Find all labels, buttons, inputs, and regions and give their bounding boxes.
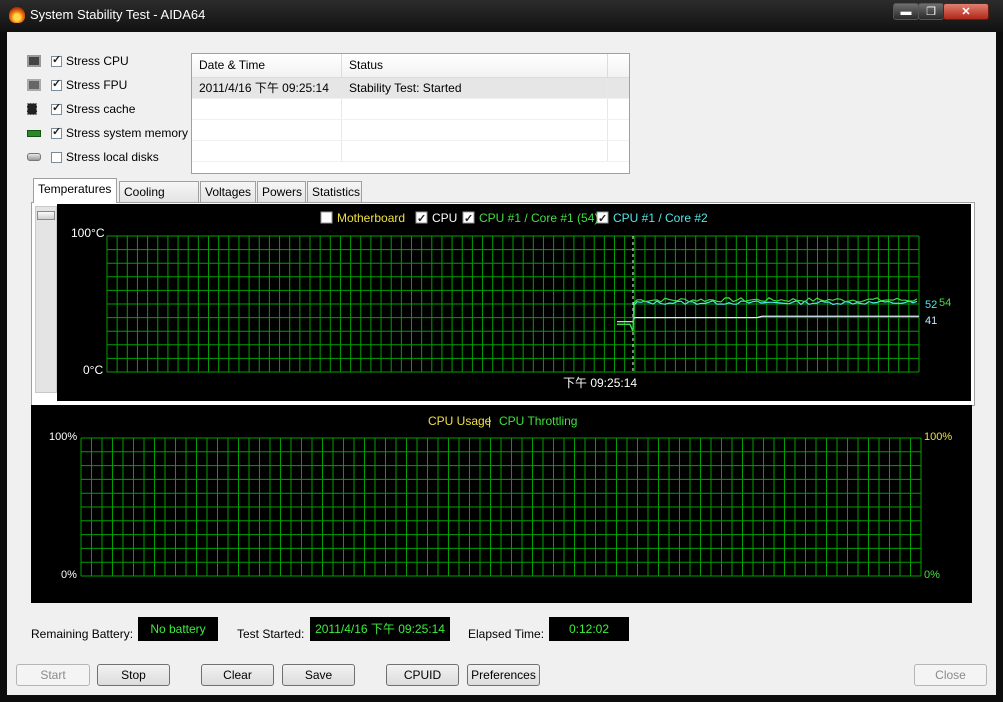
usage-title-separator: |	[488, 414, 491, 428]
maximize-button[interactable]: ❐	[918, 3, 944, 20]
remaining-battery-value: No battery	[138, 617, 218, 641]
stress-memory-checkbox[interactable]	[51, 125, 62, 139]
stress-memory-option[interactable]: Stress system memory	[27, 124, 188, 142]
fpu-chip-icon	[27, 79, 41, 91]
test-start-marker-label: 下午 09:25:14	[563, 376, 637, 390]
test-started-label: Test Started:	[237, 627, 305, 641]
status-log-list[interactable]: Date & Time Status 2011/4/16 下午 09:25:14…	[191, 53, 630, 174]
usage-right-min-label: 0%	[924, 569, 940, 581]
legend-cpu-label: CPU	[432, 211, 457, 225]
cache-chip-icon	[27, 103, 37, 115]
disk-drive-icon	[27, 153, 41, 161]
cpu-usage-title: CPU Usage	[428, 414, 492, 428]
elapsed-time-value: 0:12:02	[549, 617, 629, 641]
usage-right-max-label: 100%	[924, 431, 952, 443]
legend-core1-checkmark: ✓	[464, 213, 473, 225]
window-title: System Stability Test - AIDA64	[30, 7, 206, 22]
log-header: Date & Time Status	[192, 54, 629, 78]
core1-end-value-label: 54	[939, 297, 951, 309]
legend-core2-label: CPU #1 / Core #2	[613, 211, 708, 225]
tab-cooling-fans[interactable]: Cooling Fans	[119, 181, 199, 219]
scale-slider-track[interactable]	[35, 206, 57, 393]
minimize-button[interactable]: ▬	[893, 3, 919, 20]
stress-cache-label: Stress cache	[66, 102, 136, 116]
cpu-throttling-title: CPU Throttling	[499, 414, 577, 428]
column-status[interactable]: Status	[342, 54, 608, 77]
title-bar: System Stability Test - AIDA64 ▬ ❐ ✕	[0, 0, 1003, 32]
usage-grid	[80, 437, 922, 577]
temperature-chart: Motherboard ✓ CPU ✓ CPU #1 / Core #1 (54…	[57, 204, 971, 401]
start-button[interactable]: Start	[16, 664, 90, 686]
close-button[interactable]: Close	[914, 664, 987, 686]
tab-statistics[interactable]: Statistics	[307, 181, 362, 202]
temp-y-min-label: 0°C	[83, 363, 103, 377]
temp-y-max-label: 100°C	[71, 226, 105, 240]
temperature-legend: Motherboard ✓ CPU ✓ CPU #1 / Core #1 (54…	[320, 211, 708, 225]
stress-cache-option[interactable]: Stress cache	[27, 100, 135, 118]
save-button[interactable]: Save	[282, 664, 355, 686]
close-window-button[interactable]: ✕	[943, 3, 989, 20]
usage-left-max-label: 100%	[49, 431, 77, 443]
log-row-status: Stability Test: Started	[342, 78, 608, 98]
legend-motherboard-checkbox[interactable]	[320, 211, 333, 224]
log-row[interactable]: 2011/4/16 下午 09:25:14 Stability Test: St…	[192, 78, 629, 99]
scale-slider-thumb[interactable]	[37, 211, 55, 220]
test-started-value: 2011/4/16 下午 09:25:14	[310, 617, 450, 641]
column-date-time[interactable]: Date & Time	[192, 54, 342, 77]
series-cpu-line	[617, 315, 919, 323]
stress-cpu-label: Stress CPU	[66, 54, 129, 68]
stress-fpu-option[interactable]: Stress FPU	[27, 76, 127, 94]
stress-fpu-checkbox[interactable]	[51, 77, 62, 91]
stop-button[interactable]: Stop	[97, 664, 170, 686]
remaining-battery-label: Remaining Battery:	[31, 627, 134, 641]
cpu-end-value-label: 41	[925, 315, 937, 327]
cpuid-button[interactable]: CPUID	[386, 664, 459, 686]
tab-powers[interactable]: Powers	[257, 181, 306, 202]
legend-cpu-checkmark: ✓	[417, 213, 426, 225]
stress-memory-label: Stress system memory	[66, 126, 189, 140]
legend-core1-label: CPU #1 / Core #1 (54)	[479, 211, 598, 225]
legend-core2-checkmark: ✓	[598, 213, 607, 225]
cpu-chip-icon	[27, 55, 41, 67]
temperature-grid	[106, 235, 920, 373]
cpu-usage-chart: CPU Usage | CPU Throttling 100% 0% 100% …	[31, 405, 972, 603]
stress-fpu-label: Stress FPU	[66, 78, 128, 92]
stress-disks-label: Stress local disks	[66, 150, 159, 164]
tab-temperatures[interactable]: Temperatures	[33, 178, 117, 203]
clear-button[interactable]: Clear	[201, 664, 274, 686]
core2-end-value-label: 52	[925, 299, 937, 311]
stress-cache-checkbox[interactable]	[51, 101, 62, 115]
stress-disks-option[interactable]: Stress local disks	[27, 148, 159, 166]
stress-disks-checkbox[interactable]	[51, 151, 62, 163]
log-row-datetime: 2011/4/16 下午 09:25:14	[192, 78, 342, 98]
aida64-flame-icon	[9, 7, 25, 23]
tab-voltages[interactable]: Voltages	[200, 181, 256, 202]
memory-module-icon	[27, 129, 41, 137]
stress-cpu-checkbox[interactable]	[51, 53, 62, 67]
preferences-button[interactable]: Preferences	[467, 664, 540, 686]
cpu-usage-chart-svg: CPU Usage | CPU Throttling 100% 0% 100% …	[49, 414, 952, 581]
usage-left-min-label: 0%	[61, 569, 77, 581]
window-client-area: Stress CPU Stress FPU Stress cache Stres…	[7, 32, 996, 695]
temperature-chart-svg: Motherboard ✓ CPU ✓ CPU #1 / Core #1 (54…	[71, 211, 951, 390]
stress-cpu-option[interactable]: Stress CPU	[27, 52, 129, 70]
elapsed-time-label: Elapsed Time:	[468, 627, 545, 641]
legend-motherboard-label: Motherboard	[337, 211, 405, 225]
